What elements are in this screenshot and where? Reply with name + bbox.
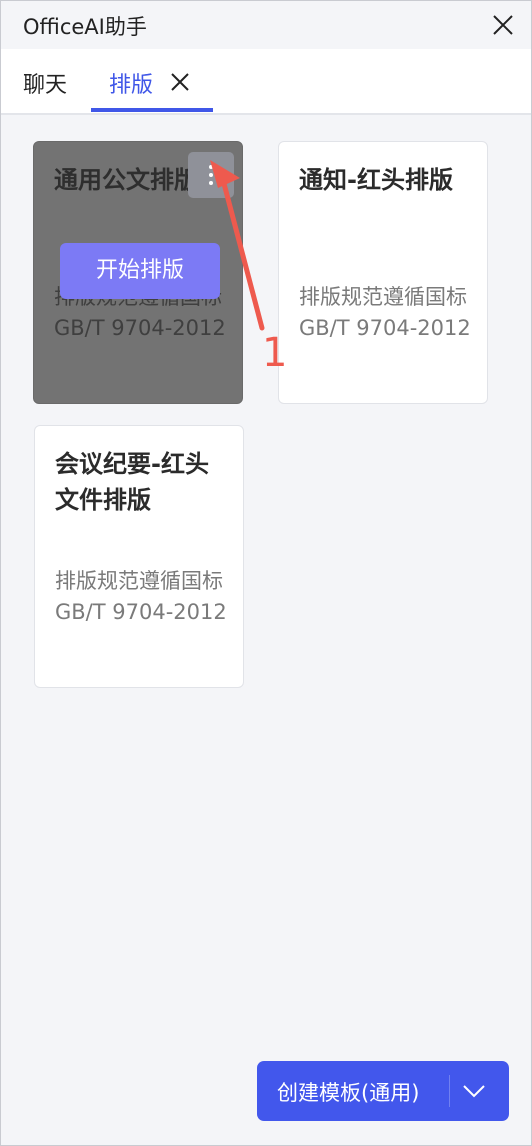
tab-layout[interactable]: 排版: [109, 67, 153, 99]
template-card-notice[interactable]: 通知-红头排版 排版规范遵循国标GB/T 9704-2012: [278, 141, 488, 404]
button-divider: [449, 1075, 450, 1107]
tab-chat[interactable]: 聊天: [23, 67, 67, 99]
template-description: 排版规范遵循国标GB/T 9704-2012: [299, 285, 471, 340]
template-title: 通用公文排版: [54, 166, 198, 194]
template-card-general[interactable]: 通用公文排版 排版规范遵循国标GB/T 9704-2012 开始排版: [33, 141, 243, 404]
window-title: OfficeAI助手: [23, 15, 147, 39]
template-title: 通知-红头排版: [299, 166, 453, 194]
tab-close-icon[interactable]: [169, 71, 191, 93]
active-tab-indicator: [91, 108, 213, 112]
chevron-down-icon[interactable]: [459, 1077, 489, 1105]
annotation-number: 1: [262, 330, 288, 376]
template-card-minutes[interactable]: 会议纪要-红头文件排版 排版规范遵循国标GB/T 9704-2012: [34, 425, 244, 688]
start-layout-button[interactable]: 开始排版: [60, 243, 220, 299]
office-ai-panel: OfficeAI助手 聊天 排版 通用公文排版 排版规范遵循国标GB/T 970…: [0, 0, 532, 1146]
close-icon[interactable]: [491, 13, 515, 37]
more-vertical-icon[interactable]: [188, 152, 234, 198]
title-bar: OfficeAI助手: [1, 1, 531, 49]
template-description: 排版规范遵循国标GB/T 9704-2012: [55, 569, 227, 624]
create-template-label: 创建模板(通用): [277, 1081, 420, 1105]
create-template-button[interactable]: 创建模板(通用): [257, 1061, 509, 1121]
tab-bar: 聊天 排版: [1, 49, 531, 115]
template-title: 会议纪要-红头文件排版: [55, 450, 209, 514]
